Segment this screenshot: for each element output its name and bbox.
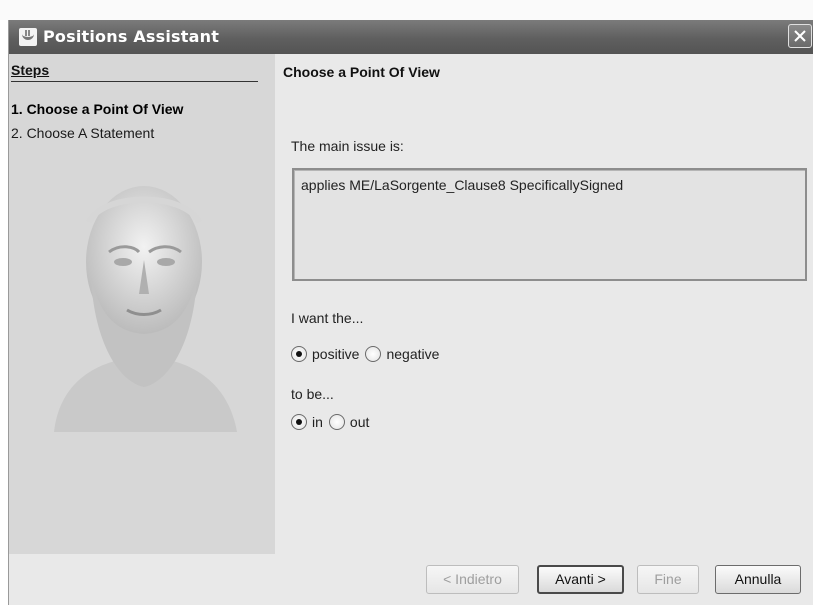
step-item-choose-point-of-view: 1. Choose a Point Of View <box>11 101 184 117</box>
back-button[interactable]: < Indietro <box>426 565 519 594</box>
out-radio[interactable] <box>328 414 345 430</box>
positive-radio[interactable] <box>291 346 307 362</box>
polarity-radio-group: positive negative <box>291 346 445 362</box>
background-strip <box>0 0 813 20</box>
philosopher-bust-image <box>54 186 237 432</box>
finish-button[interactable]: Fine <box>637 565 699 594</box>
window-title: Positions Assistant <box>43 27 220 46</box>
page-title: Choose a Point Of View <box>283 64 440 80</box>
status-radio-group: in out <box>291 414 375 430</box>
tobe-label: to be... <box>291 386 334 402</box>
negative-radio-label[interactable]: negative <box>386 346 439 362</box>
want-label: I want the... <box>291 310 364 326</box>
step-item-choose-statement: 2. Choose A Statement <box>11 125 155 141</box>
issue-text: applies ME/LaSorgente_Clause8 Specifical… <box>301 177 624 193</box>
button-bar: < Indietro Avanti > Fine Annulla <box>9 554 813 605</box>
close-button[interactable] <box>788 24 812 48</box>
in-radio[interactable] <box>291 414 307 430</box>
issue-textarea[interactable]: applies ME/LaSorgente_Clause8 Specifical… <box>292 168 807 281</box>
close-icon <box>794 30 806 42</box>
positive-radio-label[interactable]: positive <box>312 346 359 362</box>
title-bar[interactable]: Positions Assistant <box>9 20 813 54</box>
out-radio-label[interactable]: out <box>350 414 369 430</box>
in-radio-label[interactable]: in <box>312 414 323 430</box>
issue-label: The main issue is: <box>291 138 404 154</box>
next-button[interactable]: Avanti > <box>537 565 624 594</box>
content-panel: Choose a Point Of View The main issue is… <box>275 54 813 554</box>
cancel-button[interactable]: Annulla <box>715 565 801 594</box>
steps-header: Steps <box>11 62 258 82</box>
positions-assistant-dialog: Positions Assistant Steps 1. Choose a Po… <box>8 20 813 605</box>
negative-radio[interactable] <box>365 346 382 362</box>
steps-panel: Steps 1. Choose a Point Of View 2. Choos… <box>9 54 275 554</box>
java-cup-icon <box>19 28 37 46</box>
